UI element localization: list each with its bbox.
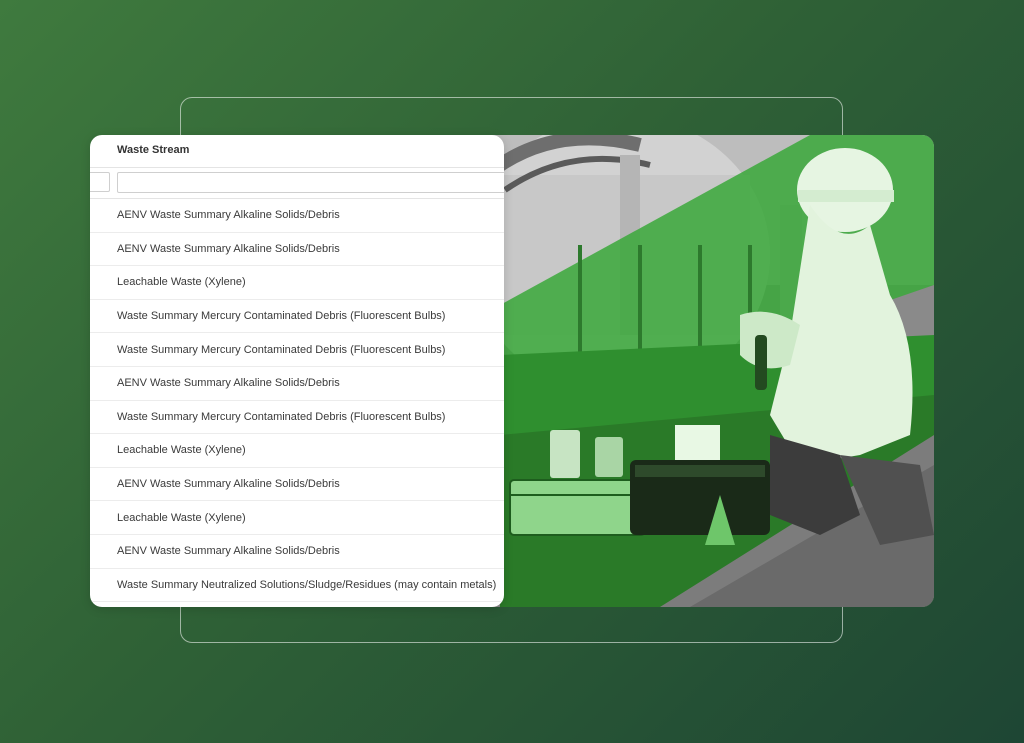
table-row[interactable]: AENV Waste Summary Alkaline Solids/Debri…: [90, 535, 504, 569]
filter-row: [90, 168, 504, 199]
table-row[interactable]: Waste Summary Mercury Contaminated Debri…: [90, 401, 504, 435]
table-header: Waste Stream: [90, 135, 504, 168]
table-row[interactable]: Leachable Waste (Xylene): [90, 501, 504, 535]
waste-stream-table: Waste Stream AENV Waste Summary Alkaline…: [90, 135, 504, 607]
table-row[interactable]: AENV Waste Summary Alkaline Solids/Debri…: [90, 199, 504, 233]
table-row[interactable]: AENV Waste Summary Alkaline Solids/Debri…: [90, 233, 504, 267]
table-row[interactable]: AENV Waste Summary Alkaline Solids/Debri…: [90, 367, 504, 401]
table-row[interactable]: Leachable Waste (Xylene): [90, 266, 504, 300]
table-row[interactable]: Waste Summary Neutralized Solutions/Slud…: [90, 569, 504, 603]
row-filter-input[interactable]: [90, 172, 110, 192]
table-body: AENV Waste Summary Alkaline Solids/Debri…: [90, 199, 504, 603]
table-row[interactable]: AENV Waste Summary Alkaline Solids/Debri…: [90, 468, 504, 502]
column-header-waste-stream[interactable]: Waste Stream: [117, 144, 189, 156]
waste-stream-filter-input[interactable]: [117, 172, 504, 193]
table-row[interactable]: Waste Summary Mercury Contaminated Debri…: [90, 333, 504, 367]
table-row[interactable]: Waste Summary Mercury Contaminated Debri…: [90, 300, 504, 334]
table-row[interactable]: Leachable Waste (Xylene): [90, 434, 504, 468]
hero-image: [440, 135, 934, 607]
